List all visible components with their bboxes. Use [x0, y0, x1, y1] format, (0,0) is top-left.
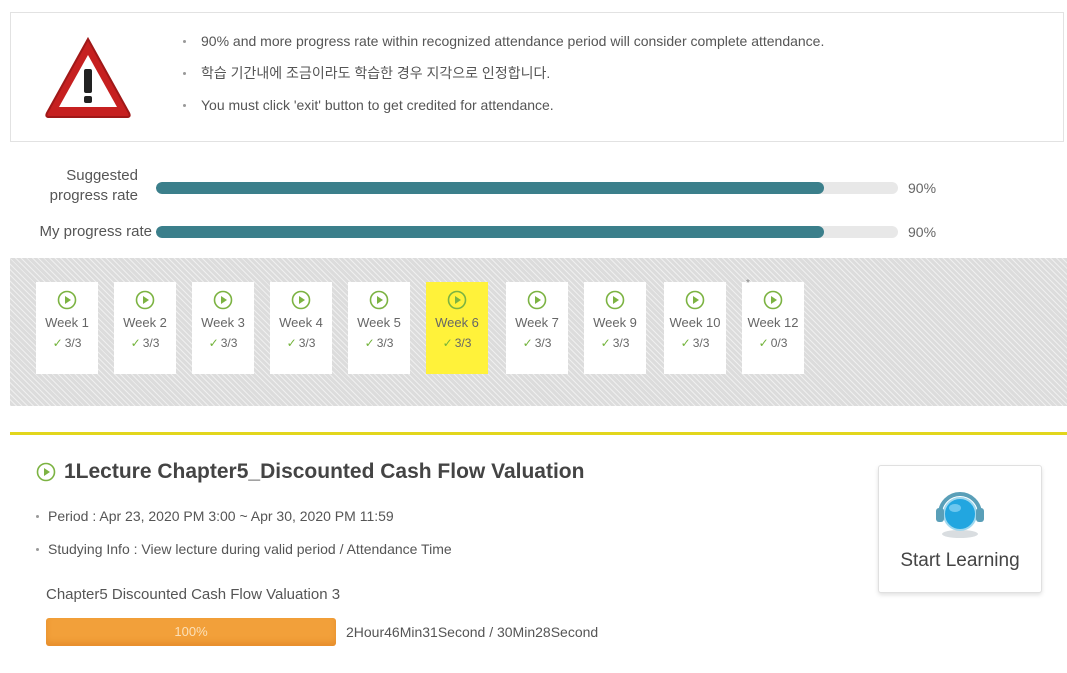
play-circle-icon [685, 290, 705, 310]
lecture-progress-bar: 100% [46, 618, 336, 646]
weeks-strip: Week 1 ✓ 3/3 Week 2 ✓ 3/3 Week 3 ✓ 3/3 Week 4 ✓ 3/3… [10, 258, 1067, 406]
suggested-progress-percent: 90% [908, 180, 937, 196]
week-item-10[interactable]: * Week 12 ✓ 0/3 [742, 278, 804, 374]
check-icon: ✓ [680, 336, 691, 350]
headset-icon [936, 492, 984, 538]
check-icon: ✓ [52, 336, 63, 350]
week-count: ✓ 3/3 [584, 336, 646, 350]
my-progress-fill [156, 226, 824, 238]
check-icon: ✓ [600, 336, 611, 350]
warning-icon [45, 36, 131, 118]
check-icon: ✓ [130, 336, 141, 350]
chapter-title: Chapter5 Discounted Cash Flow Valuation … [46, 586, 341, 603]
week-count: ✓ 3/3 [270, 336, 332, 350]
play-circle-icon [291, 290, 311, 310]
week-label: Week 6 [435, 315, 479, 330]
lecture-period: Period : Apr 23, 2020 PM 3:00 ~ Apr 30, … [36, 508, 394, 524]
start-learning-label: Start Learning [900, 550, 1020, 571]
week-item-4[interactable]: Week 4 ✓ 3/3 [270, 282, 332, 374]
check-icon: ✓ [364, 336, 375, 350]
week-count: ✓ 3/3 [36, 336, 98, 350]
week-label: Week 10 [669, 315, 721, 330]
week-count: ✓ 3/3 [348, 336, 410, 350]
week-count: ✓ 3/3 [192, 336, 254, 350]
suggested-label-line2: progress rate [49, 187, 138, 204]
week-label: Week 9 [593, 315, 637, 330]
week-label: Week 1 [45, 315, 89, 330]
week-label: Week 4 [279, 315, 323, 330]
week-item-9[interactable]: Week 10 ✓ 3/3 [664, 282, 726, 374]
play-circle-icon [763, 290, 783, 310]
week-count: ✓ 3/3 [114, 336, 176, 350]
start-learning-button[interactable]: Start Learning [878, 465, 1042, 593]
week-item-8[interactable]: Week 9 ✓ 3/3 [584, 282, 646, 374]
week-label: Week 2 [123, 315, 167, 330]
week-count-value: 3/3 [534, 336, 552, 350]
week-count-value: 3/3 [64, 336, 82, 350]
week-count-value: 0/3 [770, 336, 788, 350]
week-label: Week 3 [201, 315, 245, 330]
week-label: Week 5 [357, 315, 401, 330]
notice-item: You must click 'exit' button to get cred… [183, 95, 824, 127]
week-label: Week 12 [747, 315, 799, 330]
suggested-label-line1: Suggested [66, 167, 138, 184]
play-circle-icon [213, 290, 233, 310]
week-item-7[interactable]: Week 7 ✓ 3/3 [506, 282, 568, 374]
play-circle-icon [369, 290, 389, 310]
suggested-progress-bar [156, 182, 898, 194]
week-count-value: 3/3 [298, 336, 316, 350]
lecture-title-row: 1Lecture Chapter5_Discounted Cash Flow V… [36, 460, 584, 484]
week-marker: * [746, 278, 750, 289]
check-icon: ✓ [286, 336, 297, 350]
week-count-value: 3/3 [612, 336, 630, 350]
week-item-6[interactable]: Week 6 ✓ 3/3 [426, 282, 488, 374]
week-label: Week 7 [515, 315, 559, 330]
play-circle-icon [135, 290, 155, 310]
suggested-progress-label: Suggested progress rate [18, 166, 138, 206]
notice-item: 90% and more progress rate within recogn… [183, 31, 824, 63]
week-count-value: 3/3 [692, 336, 710, 350]
week-item-2[interactable]: Week 2 ✓ 3/3 [114, 282, 176, 374]
check-icon: ✓ [758, 336, 769, 350]
my-progress-label: My progress rate [39, 223, 152, 240]
week-count: ✓ 3/3 [664, 336, 726, 350]
my-progress-bar [156, 226, 898, 238]
week-count-value: 3/3 [376, 336, 394, 350]
section-divider [10, 432, 1067, 435]
week-count-value: 3/3 [142, 336, 160, 350]
week-item-5[interactable]: Week 5 ✓ 3/3 [348, 282, 410, 374]
check-icon: ✓ [208, 336, 219, 350]
week-item-3[interactable]: Week 3 ✓ 3/3 [192, 282, 254, 374]
week-count: ✓ 3/3 [506, 336, 568, 350]
suggested-progress-fill [156, 182, 824, 194]
lecture-time: 2Hour46Min31Second / 30Min28Second [346, 624, 599, 640]
week-count: ✓ 3/3 [426, 336, 488, 350]
play-circle-icon [605, 290, 625, 310]
lecture-title: 1Lecture Chapter5_Discounted Cash Flow V… [64, 460, 585, 483]
week-item-1[interactable]: Week 1 ✓ 3/3 [36, 282, 98, 374]
play-circle-icon [57, 290, 77, 310]
my-progress-percent: 90% [908, 224, 937, 240]
play-circle-icon [447, 290, 467, 310]
week-count: ✓ 0/3 [742, 336, 804, 350]
notice-list: 90% and more progress rate within recogn… [183, 31, 824, 127]
notice-box: 90% and more progress rate within recogn… [10, 12, 1064, 142]
week-count-value: 3/3 [454, 336, 472, 350]
play-circle-icon [36, 462, 56, 482]
lecture-studying-info: Studying Info : View lecture during vali… [36, 541, 452, 557]
check-icon: ✓ [522, 336, 533, 350]
week-count-value: 3/3 [220, 336, 238, 350]
play-circle-icon [527, 290, 547, 310]
notice-item: 학습 기간내에 조금이라도 학습한 경우 지각으로 인정합니다. [183, 63, 824, 95]
check-icon: ✓ [442, 336, 453, 350]
